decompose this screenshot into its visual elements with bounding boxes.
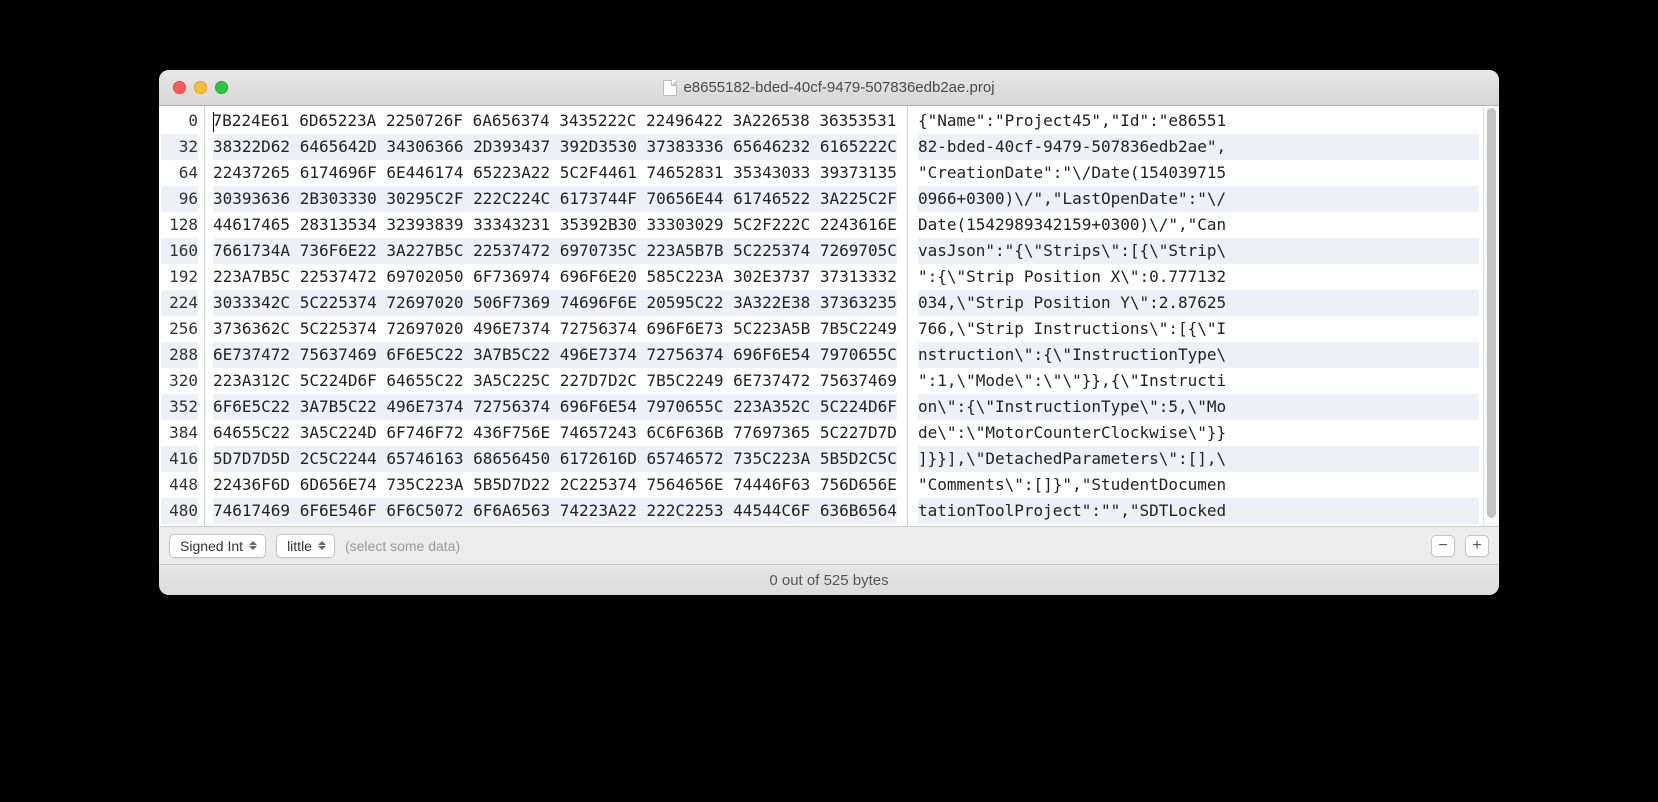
titlebar[interactable]: e8655182-bded-40cf-9479-507836edb2ae.pro… — [159, 70, 1499, 106]
format-select[interactable]: Signed Int — [169, 534, 266, 558]
ascii-pane[interactable]: {"Name":"Project45","Id":"e8655182-bded-… — [908, 106, 1483, 526]
hex-row[interactable]: 38322D62 6465642D 34306366 2D393437 392D… — [213, 134, 897, 160]
hex-row[interactable]: 30393636 2B303330 30295C2F 222C224C 6173… — [213, 186, 897, 212]
hex-row[interactable]: 3736362C 5C225374 72697020 496E7374 7275… — [213, 316, 897, 342]
cursor — [213, 112, 214, 132]
offset-cell: 160 — [161, 238, 198, 264]
maximize-button[interactable] — [215, 81, 228, 94]
ascii-row[interactable]: {"Name":"Project45","Id":"e86551 — [918, 108, 1479, 134]
hex-row[interactable]: 3033342C 5C225374 72697020 506F7369 7469… — [213, 290, 897, 316]
status-text: 0 out of 525 bytes — [769, 572, 888, 589]
offset-cell: 352 — [161, 394, 198, 420]
ascii-row[interactable]: de\":\"MotorCounterClockwise\"}} — [918, 420, 1479, 446]
hex-pane[interactable]: 7B224E61 6D65223A 2250726F 6A656374 3435… — [205, 106, 908, 526]
ascii-row[interactable]: 034,\"Strip Position Y\":2.87625 — [918, 290, 1479, 316]
stepper-icon — [249, 537, 261, 555]
ascii-row[interactable]: 82-bded-40cf-9479-507836edb2ae", — [918, 134, 1479, 160]
close-button[interactable] — [173, 81, 186, 94]
scrollbar-thumb[interactable] — [1487, 108, 1496, 518]
ascii-row[interactable]: ":1,\"Mode\":\"\"}},{\"Instructi — [918, 368, 1479, 394]
endian-select[interactable]: little — [276, 534, 335, 558]
offset-cell: 384 — [161, 420, 198, 446]
endian-select-value: little — [287, 538, 312, 554]
offset-cell: 256 — [161, 316, 198, 342]
ascii-row[interactable]: "CreationDate":"\/Date(154039715 — [918, 160, 1479, 186]
window-title: e8655182-bded-40cf-9479-507836edb2ae.pro… — [159, 79, 1499, 96]
offset-cell: 480 — [161, 498, 198, 524]
ascii-row[interactable]: 766,\"Strip Instructions\":[{\"I — [918, 316, 1479, 342]
offset-cell: 288 — [161, 342, 198, 368]
hex-row[interactable]: 223A312C 5C224D6F 64655C22 3A5C225C 227D… — [213, 368, 897, 394]
hex-editor-window: e8655182-bded-40cf-9479-507836edb2ae.pro… — [159, 70, 1499, 595]
hex-row[interactable]: 7B224E61 6D65223A 2250726F 6A656374 3435… — [213, 108, 897, 134]
hex-row[interactable]: 64655C22 3A5C224D 6F746F72 436F756E 7465… — [213, 420, 897, 446]
offset-cell: 416 — [161, 446, 198, 472]
file-icon — [663, 80, 677, 96]
scrollbar[interactable] — [1483, 106, 1499, 526]
hex-row[interactable]: 22436F6D 6D656E74 735C223A 5B5D7D22 2C22… — [213, 472, 897, 498]
minus-button[interactable]: − — [1431, 535, 1455, 557]
ascii-row[interactable]: vasJson":"{\"Strips\":[{\"Strip\ — [918, 238, 1479, 264]
hex-row[interactable]: 5D7D7D5D 2C5C2244 65746163 68656450 6172… — [213, 446, 897, 472]
ascii-row[interactable]: nstruction\":{\"InstructionType\ — [918, 342, 1479, 368]
offset-gutter: 0326496128160192224256288320352384416448… — [159, 106, 205, 526]
content-area: 0326496128160192224256288320352384416448… — [159, 106, 1499, 527]
stepper-icon — [318, 537, 330, 555]
ascii-row[interactable]: ":{\"Strip Position X\":0.777132 — [918, 264, 1479, 290]
format-select-value: Signed Int — [180, 538, 243, 554]
ascii-row[interactable]: ]}}],\"DetachedParameters\":[],\ — [918, 446, 1479, 472]
hex-row[interactable]: 7661734A 736F6E22 3A227B5C 22537472 6970… — [213, 238, 897, 264]
minimize-button[interactable] — [194, 81, 207, 94]
offset-cell: 64 — [161, 160, 198, 186]
status-bar: 0 out of 525 bytes — [159, 565, 1499, 595]
ascii-row[interactable]: 0966+0300)\/","LastOpenDate":"\/ — [918, 186, 1479, 212]
hex-row[interactable]: 6F6E5C22 3A7B5C22 496E7374 72756374 696F… — [213, 394, 897, 420]
ascii-row[interactable]: tationToolProject":"","SDTLocked — [918, 498, 1479, 524]
ascii-row[interactable]: Date(1542989342159+0300)\/","Can — [918, 212, 1479, 238]
offset-cell: 32 — [161, 134, 198, 160]
plus-button[interactable]: + — [1465, 535, 1489, 557]
offset-cell: 96 — [161, 186, 198, 212]
ascii-row[interactable]: "Comments\":[]}","StudentDocumen — [918, 472, 1479, 498]
offset-cell: 192 — [161, 264, 198, 290]
hex-row[interactable]: 6E737472 75637469 6F6E5C22 3A7B5C22 496E… — [213, 342, 897, 368]
hex-row[interactable]: 223A7B5C 22537472 69702050 6F736974 696F… — [213, 264, 897, 290]
traffic-lights — [159, 81, 228, 94]
offset-cell: 320 — [161, 368, 198, 394]
ascii-row[interactable]: on\":{\"InstructionType\":5,\"Mo — [918, 394, 1479, 420]
offset-cell: 0 — [161, 108, 198, 134]
offset-cell: 448 — [161, 472, 198, 498]
hex-row[interactable]: 22437265 6174696F 6E446174 65223A22 5C2F… — [213, 160, 897, 186]
inspector-toolbar: Signed Int little (select some data) − + — [159, 527, 1499, 565]
inspector-placeholder: (select some data) — [345, 538, 460, 554]
hex-row[interactable]: 74617469 6F6E546F 6F6C5072 6F6A6563 7422… — [213, 498, 897, 524]
window-title-text: e8655182-bded-40cf-9479-507836edb2ae.pro… — [683, 79, 994, 96]
hex-row[interactable]: 44617465 28313534 32393839 33343231 3539… — [213, 212, 897, 238]
offset-cell: 224 — [161, 290, 198, 316]
offset-cell: 128 — [161, 212, 198, 238]
